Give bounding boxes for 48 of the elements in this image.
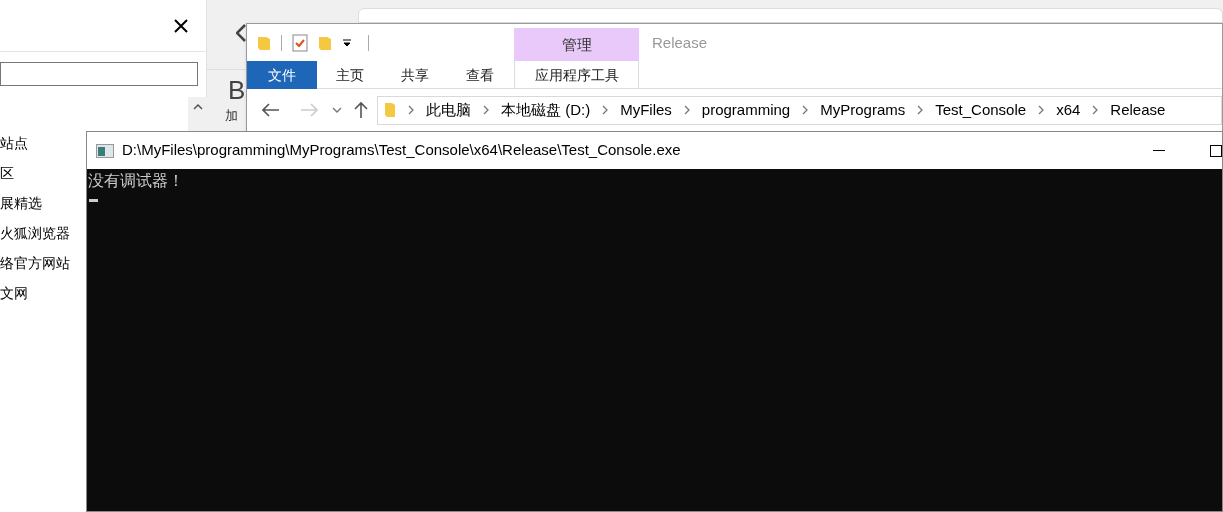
chevron-right-icon[interactable] — [802, 105, 809, 115]
window-title: D:\MyFiles\programming\MyPrograms\Test_Console\x64\Release\Test_Console.exe — [122, 140, 681, 161]
chevron-right-icon[interactable] — [1092, 105, 1099, 115]
sidebar-item[interactable]: 络官方网站 — [0, 253, 70, 283]
back-arrow-icon[interactable] — [262, 103, 280, 117]
chevron-right-icon[interactable] — [917, 105, 924, 115]
chevron-right-icon[interactable] — [683, 105, 690, 115]
heading-letter: B — [228, 74, 246, 106]
ribbon-tab[interactable]: 主页 — [317, 61, 382, 89]
chevron-right-icon[interactable] — [483, 105, 489, 115]
chevron-down-icon[interactable] — [332, 107, 342, 113]
address-bar[interactable]: 此电脑 本地磁盘 (D:) MyFiles programming MyPrograms Test_Console x64 Release — [377, 95, 1222, 125]
scrollbar[interactable] — [188, 97, 207, 131]
back-icon[interactable] — [236, 24, 246, 42]
breadcrumb[interactable]: 本地磁盘 (D:) — [501, 98, 591, 122]
ribbon-tab[interactable]: 查看 — [447, 61, 512, 89]
up-arrow-icon[interactable] — [354, 101, 368, 119]
ribbon-tab[interactable]: 文件 — [247, 61, 317, 89]
breadcrumb[interactable]: x64 — [1056, 98, 1081, 122]
sidebar-item[interactable]: 展精选 — [0, 193, 70, 223]
folder-icon — [384, 102, 396, 118]
search-field[interactable] — [0, 62, 198, 86]
breadcrumb[interactable]: programming — [701, 98, 791, 122]
breadcrumb[interactable]: MyFiles — [620, 98, 672, 122]
breadcrumb[interactable]: Test_Console — [935, 98, 1027, 122]
ribbon-tab[interactable]: 共享 — [382, 61, 447, 89]
breadcrumb[interactable]: Release — [1110, 98, 1166, 122]
close-icon[interactable] — [174, 18, 188, 33]
link-text: 加 — [225, 107, 239, 125]
chevron-right-icon[interactable] — [1038, 105, 1045, 115]
text-cursor — [89, 199, 98, 202]
sidebar-item[interactable]: 文网 — [0, 283, 70, 313]
sidebar-item[interactable]: 火狐浏览器 — [0, 223, 70, 253]
console-app-icon — [96, 143, 114, 158]
sidebar-item[interactable]: 站点 — [0, 133, 70, 163]
breadcrumb[interactable]: 此电脑 — [426, 98, 471, 122]
sidebar-item[interactable]: 区 — [0, 163, 70, 193]
ribbon-tab[interactable]: 应用程序工具 — [514, 61, 639, 89]
dropdown-icon[interactable] — [342, 38, 352, 47]
context-tab-group: 管理 — [514, 28, 639, 61]
minimize-icon — [1153, 150, 1165, 151]
properties-icon[interactable] — [292, 33, 308, 52]
window-title: Release — [652, 33, 708, 53]
console-output: 没有调试器！ — [88, 170, 184, 192]
chevron-right-icon[interactable] — [408, 105, 414, 115]
breadcrumb[interactable]: MyPrograms — [820, 98, 906, 122]
scroll-up-icon[interactable] — [192, 104, 203, 110]
chevron-right-icon[interactable] — [602, 105, 609, 115]
